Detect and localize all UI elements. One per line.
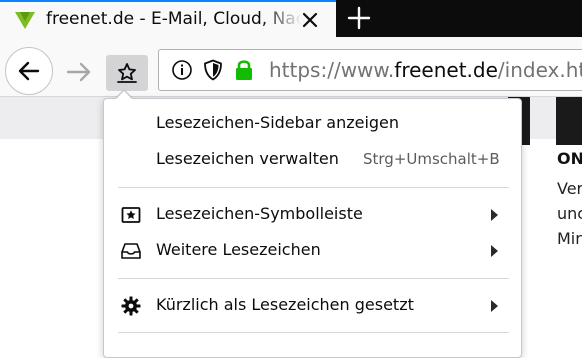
menu-item-label: Lesezeichen verwalten	[156, 149, 339, 168]
inbox-tray-icon	[121, 243, 141, 259]
tab-title-fade	[262, 2, 302, 37]
gear-icon	[121, 296, 141, 316]
url-prefix: https://www.	[269, 58, 395, 82]
freenet-logo-icon	[15, 12, 35, 29]
page-image[interactable]	[556, 97, 582, 145]
menu-item-label: Lesezeichen-Sidebar anzeigen	[156, 113, 400, 132]
bookmarks-menu-popup: Lesezeichen-Sidebar anzeigen Lesezeichen…	[103, 98, 522, 358]
info-icon[interactable]	[171, 59, 193, 81]
bookmark-star-icon	[117, 63, 137, 83]
menu-item-bookmarks-toolbar[interactable]: Lesezeichen-Symbolleiste	[104, 198, 521, 232]
url-path: /index.html	[497, 58, 582, 82]
bookmarks-menu-button[interactable]	[106, 55, 148, 91]
close-icon[interactable]	[298, 8, 322, 32]
menu-item-label: Kürzlich als Lesezeichen gesetzt	[156, 295, 414, 314]
submenu-arrow-icon	[491, 300, 498, 312]
nav-bar: https://www.freenet.de/index.html	[0, 37, 582, 97]
menu-item-manage-bookmarks[interactable]: Lesezeichen verwalten Strg+Umschalt+B	[104, 143, 521, 177]
menu-separator	[118, 332, 509, 333]
menu-item-label: Weitere Lesezeichen	[156, 240, 321, 259]
page-teaser-line: Ver	[557, 179, 582, 198]
menu-separator	[118, 278, 509, 279]
page-teaser-line: Mir	[557, 229, 582, 248]
menu-item-label: Lesezeichen-Symbolleiste	[156, 204, 363, 223]
plus-icon[interactable]	[346, 5, 372, 31]
url-host: freenet.de	[394, 58, 498, 82]
page-teaser-line: unc	[557, 204, 582, 223]
arrow-right-icon[interactable]	[64, 57, 94, 87]
submenu-arrow-icon	[491, 209, 498, 221]
tab-bar: freenet.de - E-Mail, Cloud, Nachrichten	[0, 0, 582, 37]
lock-icon[interactable]	[233, 58, 255, 82]
page-teaser: Ver unc Mir	[557, 176, 582, 251]
url-bar[interactable]: https://www.freenet.de/index.html	[158, 49, 582, 91]
menu-item-recently-bookmarked[interactable]: Kürzlich als Lesezeichen gesetzt	[104, 289, 521, 323]
page-headline[interactable]: ON	[557, 149, 582, 168]
bookmarks-toolbar-icon	[121, 207, 141, 223]
arrow-left-icon	[18, 61, 40, 81]
menu-item-shortcut: Strg+Umschalt+B	[363, 150, 500, 168]
shield-icon[interactable]	[203, 59, 223, 81]
menu-separator	[118, 187, 509, 188]
url-text: https://www.freenet.de/index.html	[269, 58, 582, 82]
back-button[interactable]	[5, 47, 53, 95]
submenu-arrow-icon	[491, 245, 498, 257]
menu-item-show-sidebar[interactable]: Lesezeichen-Sidebar anzeigen	[104, 107, 521, 141]
popup-arrow-fill	[114, 91, 134, 101]
menu-item-other-bookmarks[interactable]: Weitere Lesezeichen	[104, 234, 521, 268]
tab-freenet[interactable]: freenet.de - E-Mail, Cloud, Nachrichten	[0, 0, 336, 37]
